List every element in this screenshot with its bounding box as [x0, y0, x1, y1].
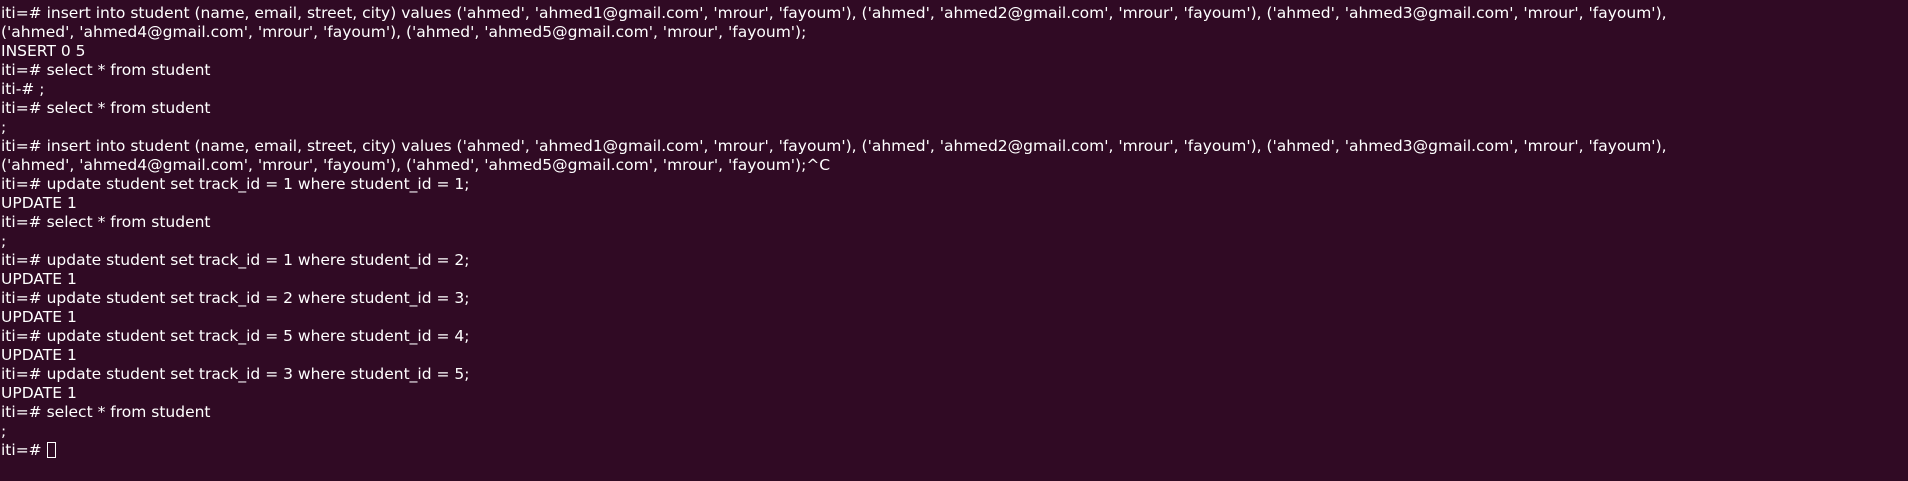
- terminal-line: iti=# update student set track_id = 2 wh…: [1, 289, 470, 307]
- terminal-line: UPDATE 1: [1, 194, 77, 212]
- terminal-line: UPDATE 1: [1, 346, 77, 364]
- terminal-line: ('ahmed', 'ahmed4@gmail.com', 'mrour', '…: [1, 23, 807, 41]
- terminal-line: UPDATE 1: [1, 308, 77, 326]
- terminal-line: iti=# insert into student (name, email, …: [1, 137, 1667, 155]
- terminal-window[interactable]: ^ iti=# insert into student (name, email…: [0, 0, 1908, 481]
- terminal-line: ;: [1, 422, 7, 440]
- terminal-line: iti=# update student set track_id = 5 wh…: [1, 327, 470, 345]
- terminal-line: iti=# update student set track_id = 1 wh…: [1, 251, 470, 269]
- terminal-line: iti-# ;: [1, 80, 45, 98]
- terminal-line: iti=# insert into student (name, email, …: [1, 4, 1667, 22]
- terminal-line: ;: [1, 118, 7, 136]
- prompt-line[interactable]: iti=#: [0, 441, 1908, 460]
- text-cursor[interactable]: [46, 442, 56, 458]
- terminal-line: iti=# update student set track_id = 1 wh…: [1, 175, 470, 193]
- prompt-text: iti=#: [1, 441, 47, 459]
- terminal-line: iti=# update student set track_id = 3 wh…: [1, 365, 470, 383]
- terminal-line: iti=# select * from student: [1, 403, 211, 421]
- terminal-line: iti=# select * from student: [1, 61, 211, 79]
- terminal-line: iti=# select * from student: [1, 213, 211, 231]
- terminal-line: INSERT 0 5: [1, 42, 86, 60]
- terminal-line: UPDATE 1: [1, 270, 77, 288]
- terminal-line: ('ahmed', 'ahmed4@gmail.com', 'mrour', '…: [1, 156, 831, 174]
- previous-output-caret: ^: [176, 0, 189, 10]
- terminal-line: ;: [1, 232, 7, 250]
- terminal-line: UPDATE 1: [1, 384, 77, 402]
- terminal-line: iti=# select * from student: [1, 99, 211, 117]
